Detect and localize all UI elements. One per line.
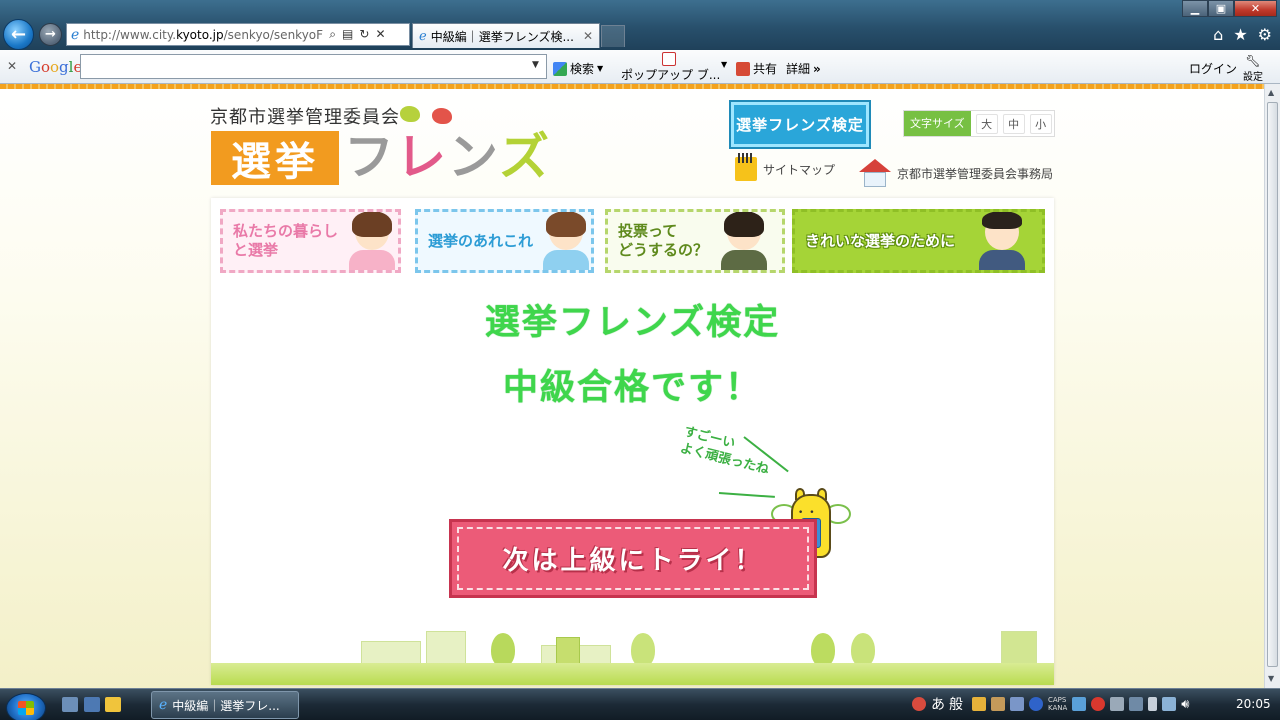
result-title: 選挙フレンズ検定 (484, 303, 781, 343)
clock[interactable]: 20:05 (1236, 697, 1271, 711)
gear-icon[interactable]: ⚙ (1258, 25, 1272, 44)
wifi-icon[interactable] (1162, 697, 1177, 711)
show-desktop-icon[interactable] (62, 697, 78, 712)
detail-button[interactable]: 詳細» (786, 60, 821, 77)
device-icon[interactable] (1110, 697, 1125, 711)
popup-blocker-icon (662, 52, 676, 66)
start-button[interactable] (6, 693, 46, 720)
toolbar-close-icon[interactable]: ✕ (7, 59, 17, 73)
footer-townscape (211, 618, 1054, 685)
nav-card-election-basics[interactable]: 選挙のあれこれ (415, 209, 594, 273)
ime-pad-icon[interactable] (991, 697, 1005, 711)
switch-windows-icon[interactable] (84, 697, 100, 712)
toolbar-settings-button[interactable]: 🔧︎ 設定 (1243, 54, 1263, 83)
font-size-selector: 文字サイズ 大 中 小 (903, 110, 1055, 137)
font-size-large-button[interactable]: 大 (975, 113, 998, 134)
caps-kana-indicator: CAPS KANA (1048, 696, 1068, 712)
nav-card-lifestyle[interactable]: 私たちの暮らし と選挙 (220, 209, 401, 273)
nav-card-how-to-vote[interactable]: 投票って どうするの？ (605, 209, 785, 273)
ime-tool-icon[interactable] (972, 697, 986, 711)
volume-icon[interactable]: 🔊︎ (1181, 697, 1189, 712)
house-icon (859, 159, 891, 187)
speech-line (718, 492, 775, 498)
logo-friends[interactable]: フレンズ (344, 127, 551, 187)
window-controls: ▁ ▣ ✕ (1182, 0, 1277, 17)
google-search-input[interactable] (80, 54, 547, 79)
google-plus-icon (736, 61, 750, 76)
google-toolbar: ✕ Google ▼ 検索 ▼ ポップアップ ブ... ▼ 共有 詳細» ログイン… (0, 50, 1280, 84)
green-bird-icon (400, 106, 420, 122)
popup-blocker-button[interactable]: ポップアップ ブ... (621, 66, 720, 83)
font-size-medium-button[interactable]: 中 (1002, 113, 1025, 134)
refresh-icon[interactable]: ↻ (359, 27, 369, 42)
man-illustration (979, 212, 1025, 270)
compat-view-icon[interactable]: ▤ (342, 27, 353, 42)
system-tray: あ般 CAPS KANA 🔊︎ (912, 694, 1189, 714)
scroll-down-icon[interactable]: ▼ (1268, 674, 1274, 683)
maximize-button[interactable]: ▣ (1208, 0, 1234, 17)
ie-page-icon: ℯ (71, 26, 80, 43)
next-level-button[interactable]: 次は上級にトライ！ (449, 519, 817, 598)
google-search-button[interactable]: 検索 ▼ (553, 60, 603, 77)
logo-senkyo[interactable]: 選挙 (211, 131, 339, 185)
font-size-label: 文字サイズ (904, 111, 971, 136)
google-logo: Google (29, 58, 83, 76)
security-alert-icon[interactable] (1091, 697, 1106, 711)
stop-icon[interactable]: ✕ (375, 27, 385, 42)
google-g-icon (553, 61, 567, 76)
monitor-icon[interactable] (1129, 697, 1144, 711)
help-icon[interactable] (1029, 697, 1043, 711)
forward-button[interactable]: → (39, 23, 62, 46)
page-viewport: 京都市選挙管理委員会 選挙 フレンズ 選挙フレンズ検定 文字サイズ 大 中 小 … (0, 89, 1264, 688)
arrow-right-icon: → (45, 27, 56, 42)
office-link[interactable]: 京都市選挙管理委員会事務局 (859, 159, 1053, 187)
ime-mode[interactable]: あ般 (931, 694, 967, 714)
result-pass-message: 中級合格です！ (502, 368, 762, 408)
tab-title: 中級編｜選挙フレンズ検... (430, 29, 574, 44)
content-box: 私たちの暮らし と選挙 選挙のあれこれ 投票って どうするの？ きれいな選挙のた… (211, 198, 1054, 685)
browser-right-tools: ⌂ ★ ⚙ (1213, 25, 1272, 44)
font-size-small-button[interactable]: 小 (1029, 113, 1052, 134)
ime-settings-icon[interactable] (1010, 697, 1024, 711)
ie-taskbar-icon: ℯ (159, 697, 168, 713)
battery-icon[interactable] (1148, 697, 1158, 711)
scroll-thumb[interactable] (1267, 102, 1278, 667)
favorites-star-icon[interactable]: ★ (1233, 25, 1247, 44)
home-icon[interactable]: ⌂ (1213, 25, 1223, 44)
tab-active[interactable]: ℯ 中級編｜選挙フレンズ検... ✕ (412, 23, 600, 48)
arrow-left-icon: ← (10, 24, 27, 45)
kentei-button[interactable]: 選挙フレンズ検定 (731, 102, 869, 147)
boy-illustration (721, 212, 767, 270)
woman-illustration (543, 212, 589, 270)
close-window-button[interactable]: ✕ (1234, 0, 1277, 17)
scroll-up-icon[interactable]: ▲ (1268, 88, 1274, 97)
network-icon[interactable] (1072, 697, 1087, 711)
sitemap-icon (735, 153, 757, 181)
wrench-icon: 🔧︎ (1245, 54, 1261, 68)
sitemap-link[interactable]: サイトマップ (735, 153, 835, 181)
mail-icon[interactable] (105, 697, 121, 712)
tab-close-icon[interactable]: ✕ (583, 29, 593, 43)
org-name: 京都市選挙管理委員会 (210, 107, 400, 128)
login-button[interactable]: ログイン (1189, 60, 1237, 77)
back-button[interactable]: ← (3, 19, 34, 50)
chevron-down-icon[interactable]: ▼ (721, 60, 727, 69)
nav-card-clean-elections[interactable]: きれいな選挙のために (792, 209, 1045, 273)
ime-icon[interactable] (912, 697, 926, 711)
new-tab-button[interactable] (601, 25, 625, 47)
woman-illustration (349, 212, 395, 270)
search-icon[interactable]: ⌕ (329, 27, 336, 42)
vertical-scrollbar[interactable]: ▲ ▼ (1264, 84, 1280, 688)
ie-tab-icon: ℯ (419, 28, 427, 44)
address-url[interactable]: http://www.city.kyoto.jp/senkyo/senkyoFr… (83, 28, 323, 42)
minimize-button[interactable]: ▁ (1182, 0, 1208, 17)
share-button[interactable]: 共有 (736, 60, 777, 77)
taskbar-ie-window[interactable]: ℯ 中級編｜選挙フレ... (151, 691, 299, 719)
red-bird-icon (432, 108, 452, 124)
address-bar[interactable]: ℯ http://www.city.kyoto.jp/senkyo/senkyo… (66, 23, 410, 46)
windows-logo-icon (18, 701, 34, 715)
chevron-down-icon[interactable]: ▼ (532, 60, 539, 70)
